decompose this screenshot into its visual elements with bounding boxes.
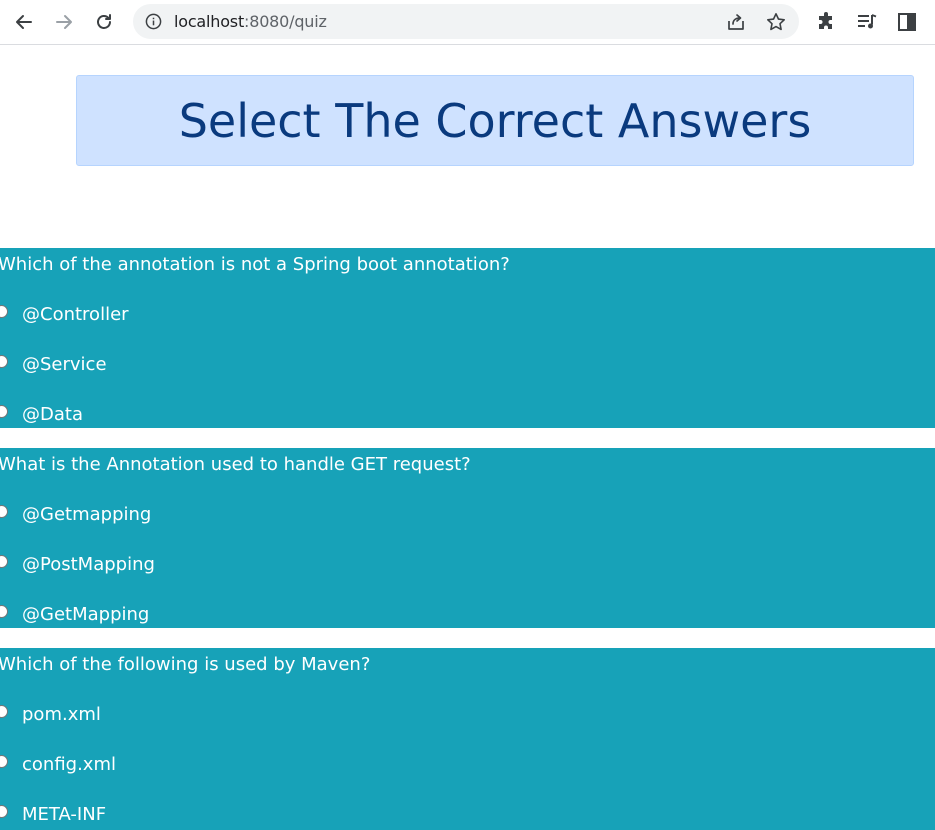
option-label: pom.xml (22, 703, 101, 725)
side-panel-icon[interactable] (895, 10, 919, 34)
radio-button[interactable] (0, 355, 8, 368)
answer-option[interactable]: @Controller (0, 301, 129, 327)
radio-button[interactable] (0, 555, 8, 568)
radio-button[interactable] (0, 305, 8, 318)
question-text: Which of the annotation is not a Spring … (0, 254, 510, 275)
radio-button[interactable] (0, 505, 8, 518)
radio-button[interactable] (0, 605, 8, 618)
forward-button[interactable] (50, 8, 78, 36)
address-bar[interactable]: localhost:8080/quiz (133, 4, 799, 39)
share-icon[interactable] (725, 11, 747, 33)
arrow-right-icon (56, 15, 72, 29)
radio-button[interactable] (0, 405, 8, 418)
back-button[interactable] (10, 8, 38, 36)
question-card-3: Which of the following is used by Maven?… (0, 648, 935, 830)
option-label: @GetMapping (22, 603, 150, 625)
page-header: Select The Correct Answers (76, 75, 914, 166)
option-label: @PostMapping (22, 553, 155, 575)
url-text[interactable]: localhost:8080/quiz (174, 4, 327, 39)
bookmark-star-icon[interactable] (765, 11, 787, 33)
answer-option[interactable]: @GetMapping (0, 601, 149, 627)
url-host: localhost (174, 12, 245, 31)
option-label: @Data (22, 403, 83, 425)
info-icon[interactable] (145, 13, 162, 30)
browser-toolbar: localhost:8080/quiz (0, 0, 935, 45)
reload-icon (97, 14, 111, 29)
arrow-left-icon (16, 15, 32, 29)
option-label: META-INF (22, 803, 107, 825)
radio-button[interactable] (0, 705, 8, 718)
option-label: @Controller (22, 303, 129, 325)
radio-button[interactable] (0, 805, 8, 818)
answer-option[interactable]: @Data (0, 401, 83, 427)
media-queue-icon[interactable] (855, 10, 879, 34)
answer-option[interactable]: @Getmapping (0, 501, 151, 527)
reload-button[interactable] (90, 8, 118, 36)
question-text: What is the Annotation used to handle GE… (0, 454, 471, 475)
answer-option[interactable]: META-INF (0, 801, 106, 827)
url-path: :8080/quiz (244, 12, 327, 31)
answer-option[interactable]: @PostMapping (0, 551, 155, 577)
question-card-1: Which of the annotation is not a Spring … (0, 248, 935, 428)
option-label: @Service (22, 353, 107, 375)
question-text: Which of the following is used by Maven? (0, 654, 371, 675)
question-card-2: What is the Annotation used to handle GE… (0, 448, 935, 628)
radio-button[interactable] (0, 755, 8, 768)
page-title: Select The Correct Answers (178, 93, 812, 148)
answer-option[interactable]: pom.xml (0, 701, 101, 727)
answer-option[interactable]: @Service (0, 351, 107, 377)
option-label: config.xml (22, 753, 116, 775)
answer-option[interactable]: config.xml (0, 751, 116, 777)
option-label: @Getmapping (22, 503, 152, 525)
extensions-puzzle-icon[interactable] (815, 10, 839, 34)
